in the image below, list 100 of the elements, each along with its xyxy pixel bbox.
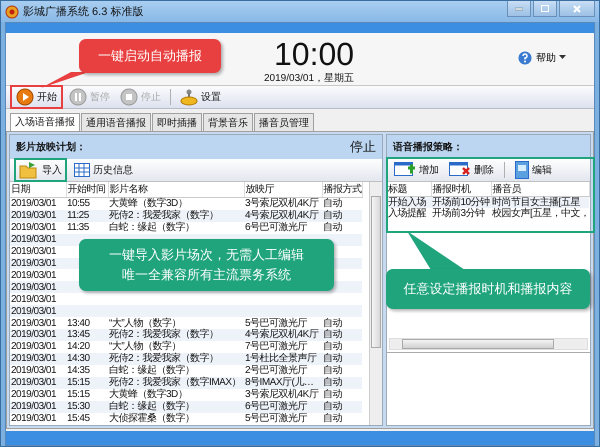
table-cell: 自动 xyxy=(322,365,362,378)
callout-text: 唯一全兼容所有主流票务系统 xyxy=(122,266,291,284)
table-cell: 自动 xyxy=(322,329,362,342)
play-button[interactable]: 开始 xyxy=(12,87,61,107)
table-cell: 时尚节目女主播[五星 xyxy=(491,196,589,208)
table-cell: 2019/03/01 xyxy=(10,412,66,425)
table-cell: 2019/03/01 xyxy=(10,329,66,342)
tab[interactable]: 播音员管理 xyxy=(254,113,314,131)
table-cell: 15:15 xyxy=(66,388,108,401)
table-cell: 14:20 xyxy=(66,341,108,354)
table-cell: 开场前10分钟 xyxy=(431,196,491,208)
table-cell: 2019/03/01 xyxy=(10,317,66,330)
table-cell: 白蛇：缘起（数字） xyxy=(108,222,244,234)
tab[interactable]: 即时插播 xyxy=(152,113,202,131)
delete-button[interactable]: 删除 xyxy=(446,161,497,179)
table-cell: 2019/03/01 xyxy=(10,377,66,389)
settings-button[interactable]: 设置 xyxy=(176,87,225,107)
column-header[interactable]: 影片名称 xyxy=(108,182,244,198)
table-cell: 10:55 xyxy=(66,197,108,210)
history-button[interactable]: 历史信息 xyxy=(71,162,136,178)
table-cell: 6号巴可激光厅 xyxy=(244,222,322,234)
table-cell: 2019/03/01 xyxy=(10,222,66,234)
tab[interactable]: 背景音乐 xyxy=(203,113,253,131)
table-cell: 15:15 xyxy=(66,377,108,389)
callout-text: 任意设定播报时机和播报内容 xyxy=(404,280,572,298)
table-cell: 5号巴可激光厅 xyxy=(244,412,322,425)
table-cell: 15:45 xyxy=(66,412,108,425)
document-icon xyxy=(515,161,529,179)
table-cell: 7号巴可激光厅 xyxy=(244,341,322,354)
table-cell: 11:25 xyxy=(66,210,108,222)
table-cell: 14:35 xyxy=(66,365,108,378)
table-cell: 4号索尼双机4K厅 xyxy=(244,210,322,222)
table-cell: 2019/03/01 xyxy=(10,197,66,210)
vertical-scrollbar[interactable] xyxy=(369,182,382,425)
help-button[interactable]: 帮助 xyxy=(518,51,556,65)
table-cell: 3号索尼双机4K厅 xyxy=(244,197,322,210)
column-header[interactable]: 放映厅 xyxy=(244,182,322,198)
maximize-button[interactable] xyxy=(533,1,557,17)
add-button[interactable]: 增加 xyxy=(391,161,442,179)
minimize-button[interactable] xyxy=(507,1,531,17)
table-cell: 2019/03/01 xyxy=(10,258,66,270)
callout-text: 一键启动自动播报 xyxy=(98,47,202,65)
table-cell: 2019/03/01 xyxy=(10,281,66,294)
table-cell: 2号巴可激光厅 xyxy=(244,365,322,378)
column-header[interactable]: 播报时机 xyxy=(431,182,491,196)
table-cell: 大黄蜂（数字3D） xyxy=(108,388,244,401)
app-icon xyxy=(5,4,19,18)
table-cell-text: 入场提醒 xyxy=(387,208,428,220)
column-header[interactable]: 播音员 xyxy=(491,182,589,196)
table-cell: 死侍2：我爱我家（数字IMAX） xyxy=(108,377,244,389)
table-cell: 2019/03/01 xyxy=(10,353,66,366)
table-cell: 白蛇：缘起（数字） xyxy=(108,365,244,378)
import-button[interactable]: 导入 xyxy=(16,160,65,180)
table-cell: 2019/03/01 xyxy=(10,388,66,401)
table-cell: 13:40 xyxy=(66,317,108,330)
table-cell: 1号杜比全景声厅 xyxy=(244,353,322,366)
playback-status: 停止 xyxy=(350,138,376,156)
table-cell: 校园女声[五星，中文， xyxy=(491,208,589,220)
horizontal-scrollbar[interactable] xyxy=(389,338,588,350)
table-cell: 自动 xyxy=(322,377,362,389)
table-cell: 11:35 xyxy=(66,222,108,234)
minimize-icon xyxy=(515,6,523,10)
clock-date: 2019/03/01，星期五 xyxy=(264,72,354,85)
tab[interactable]: 入场语音播报 xyxy=(10,113,80,131)
table-cell: 自动 xyxy=(322,197,362,210)
tab[interactable]: 通用语音播报 xyxy=(81,113,151,131)
column-header[interactable]: 标题 xyxy=(387,182,431,196)
table-cell: “大”人物（数字） xyxy=(108,317,244,330)
settings-icon xyxy=(180,88,198,106)
table-cell: 自动 xyxy=(322,341,362,354)
help-icon xyxy=(518,51,532,65)
table-cell: 2019/03/01 xyxy=(10,305,66,318)
table-cell: 大侦探霍桑（数字） xyxy=(108,412,244,425)
maximize-icon xyxy=(541,5,549,12)
table-cell: 死侍2：我爱我家（数字） xyxy=(108,329,244,342)
table-cell: 8号IMAX厅(儿… xyxy=(244,377,322,389)
table-cell: “大”人物（数字） xyxy=(108,341,244,354)
table-cell: 自动 xyxy=(322,400,362,413)
table-cell: 15:30 xyxy=(66,400,108,413)
dropdown-caret-icon[interactable] xyxy=(559,55,566,59)
table-cell: 2019/03/01 xyxy=(10,210,66,222)
table-cell: 2019/03/01 xyxy=(10,365,66,378)
close-button[interactable] xyxy=(559,1,595,17)
column-header[interactable]: 开始时间 xyxy=(66,182,108,198)
grid-icon xyxy=(74,163,90,177)
column-header[interactable]: 播报方式 xyxy=(322,182,362,198)
play-icon xyxy=(16,88,34,106)
column-header[interactable]: 日期 xyxy=(10,182,66,198)
table-cell: 自动 xyxy=(322,317,362,330)
close-icon xyxy=(573,4,581,12)
table-cell: 5号巴可激光厅 xyxy=(244,317,322,330)
table-cell: 14:30 xyxy=(66,353,108,366)
table-cell: 2019/03/01 xyxy=(10,293,66,306)
table-cell: 自动 xyxy=(322,412,362,425)
edit-button[interactable]: 编辑 xyxy=(512,160,555,180)
panel-title: 影片放映计划： xyxy=(16,140,86,154)
table-cell: 3号索尼双机4K厅 xyxy=(244,388,322,401)
table-cell: 死侍2：我爱我家（数字） xyxy=(108,353,244,366)
table-cell: 2019/03/01 xyxy=(10,341,66,354)
table-cell: 开始入场 xyxy=(387,196,431,208)
